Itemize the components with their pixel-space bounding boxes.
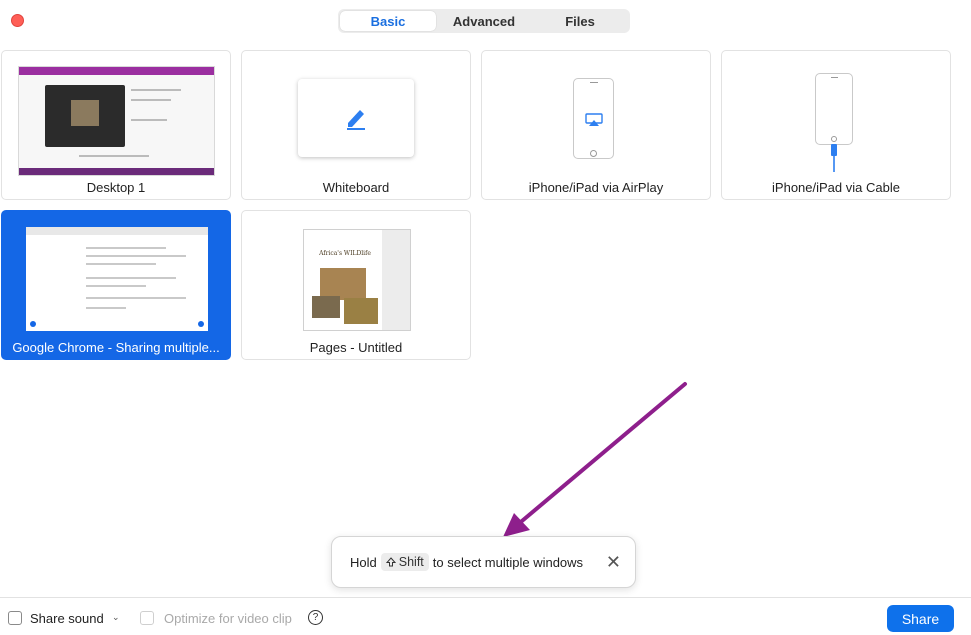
share-sound-checkbox[interactable] (8, 611, 22, 625)
share-sound-label: Share sound (30, 611, 104, 626)
help-icon[interactable]: ? (308, 610, 323, 625)
optimize-video-label: Optimize for video clip (164, 611, 292, 626)
shift-icon (385, 557, 396, 567)
footer-bar: Share sound ⌄ Optimize for video clip ? … (0, 597, 971, 635)
shift-key-badge: Shift (380, 553, 429, 571)
shift-key-label: Shift (398, 555, 424, 569)
share-screen-window: Basic Advanced Files Desktop 1 Whiteboar… (0, 0, 971, 635)
tooltip-rest-text: to select multiple windows (432, 554, 584, 570)
tooltip-hold-text: Hold (350, 554, 377, 570)
share-button[interactable]: Share (887, 605, 954, 632)
multi-select-tooltip: Hold Shift to select multiple windows ✕ (331, 536, 636, 588)
optimize-video-checkbox[interactable] (140, 611, 154, 625)
close-icon[interactable]: ✕ (606, 553, 621, 571)
chevron-down-icon[interactable]: ⌄ (112, 612, 120, 623)
